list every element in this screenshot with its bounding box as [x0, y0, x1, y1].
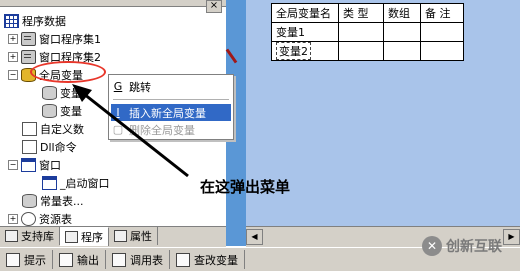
hint-icon — [6, 252, 20, 267]
call-table-icon — [112, 252, 126, 267]
bottom-tab-label: 调用表 — [130, 253, 163, 267]
output-icon — [59, 252, 73, 267]
watermark-logo: ✕ 创新互联 — [422, 236, 502, 256]
bottom-tab-label: 查改变量 — [194, 253, 238, 267]
annotation-text: 在这弹出菜单 — [200, 178, 291, 196]
tab-output[interactable]: 输出 — [53, 250, 106, 269]
watermark-text: 创新互联 — [446, 239, 502, 255]
annotation-arrow — [72, 84, 189, 178]
bottom-tab-label: 输出 — [77, 253, 99, 267]
inspect-icon — [176, 252, 190, 267]
bottom-tab-label: 提示 — [24, 253, 46, 267]
logo-icon: ✕ — [422, 236, 442, 256]
tab-hint[interactable]: 提示 — [0, 250, 53, 269]
tab-call-table[interactable]: 调用表 — [106, 250, 170, 269]
arrow-shaft — [83, 92, 189, 178]
tab-inspect-vars[interactable]: 查改变量 — [170, 250, 245, 269]
